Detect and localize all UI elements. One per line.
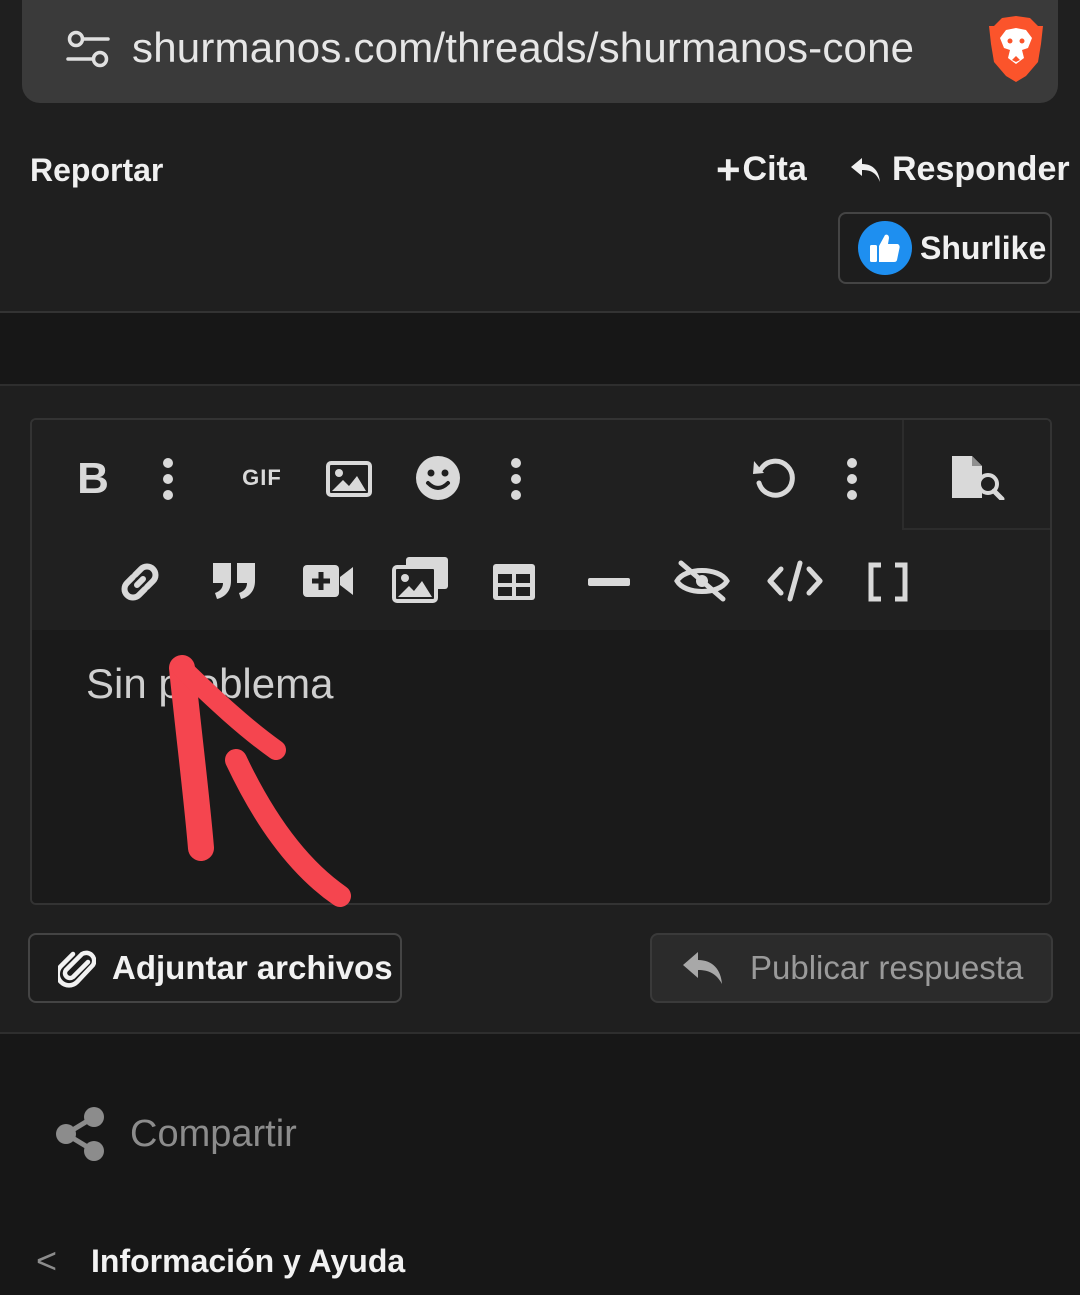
video-icon[interactable] [302, 558, 354, 604]
image-icon[interactable] [326, 456, 372, 502]
preview-toggle[interactable] [902, 420, 1050, 530]
reply-icon [851, 157, 880, 182]
quote-button[interactable]: + Cita [716, 145, 807, 193]
browser-url-bar[interactable]: shurmanos.com/threads/shurmanos-cone [22, 0, 1058, 103]
rich-text-editor[interactable]: B GIF Sin problema [30, 418, 1052, 905]
quick-reply-section: B GIF Sin problema Adjuntar archivos Pub… [0, 386, 1080, 1034]
media-gallery-icon[interactable] [392, 554, 450, 604]
url-text[interactable]: shurmanos.com/threads/shurmanos-cone [132, 24, 958, 72]
info-help-nav[interactable]: < Información y Ayuda [36, 1240, 405, 1282]
paperclip-icon [58, 950, 96, 988]
chevron-left-icon: < [36, 1240, 58, 1281]
quote-label: Cita [742, 150, 807, 188]
table-icon[interactable] [490, 560, 538, 604]
reply-button[interactable]: Responder [850, 150, 1070, 189]
share-icon [56, 1107, 104, 1161]
bbcode-icon[interactable] [866, 560, 910, 604]
share-button[interactable]: Compartir [54, 1106, 297, 1162]
thumbs-up-icon [858, 221, 912, 275]
reply-label: Responder [892, 150, 1070, 188]
page-footer: Compartir < Información y Ayuda [0, 1034, 1080, 1295]
more-icon-2[interactable] [504, 456, 528, 502]
code-icon[interactable] [766, 558, 824, 604]
bold-icon[interactable]: B [70, 456, 116, 502]
report-link[interactable]: Reportar [30, 152, 163, 189]
attach-files-label: Adjuntar archivos [112, 949, 393, 986]
reply-icon [683, 952, 722, 984]
shurlike-label: Shurlike [920, 229, 1047, 266]
undo-icon[interactable] [750, 454, 798, 502]
link-icon[interactable] [116, 558, 164, 606]
brave-lion-icon[interactable] [986, 14, 1046, 84]
editor-content[interactable]: Sin problema [32, 630, 1050, 903]
emoji-icon[interactable] [414, 454, 462, 502]
attach-files-button[interactable]: Adjuntar archivos [28, 933, 402, 1003]
post-reply-label: Publicar respuesta [750, 949, 1024, 986]
more-icon[interactable] [156, 456, 180, 502]
more-icon-3[interactable] [840, 456, 864, 502]
post-actions-bar: Reportar + Cita Responder Shurlike [0, 110, 1080, 313]
shurlike-button[interactable]: Shurlike [838, 212, 1052, 284]
spoiler-icon[interactable] [672, 556, 732, 606]
gif-icon[interactable]: GIF [234, 460, 290, 496]
editor-text[interactable]: Sin problema [86, 660, 333, 708]
preview-icon [952, 456, 1005, 500]
horizontal-rule-icon[interactable] [586, 570, 632, 594]
post-reply-button[interactable]: Publicar respuesta [650, 933, 1053, 1003]
quote-icon[interactable] [210, 558, 258, 604]
share-label: Compartir [130, 1112, 297, 1155]
tune-icon[interactable] [66, 28, 110, 70]
section-divider [0, 313, 1080, 386]
gif-label: GIF [242, 465, 282, 490]
plus-icon: + [716, 145, 741, 193]
editor-toolbar: B GIF [32, 420, 1050, 630]
info-help-label: Información y Ayuda [91, 1242, 406, 1279]
